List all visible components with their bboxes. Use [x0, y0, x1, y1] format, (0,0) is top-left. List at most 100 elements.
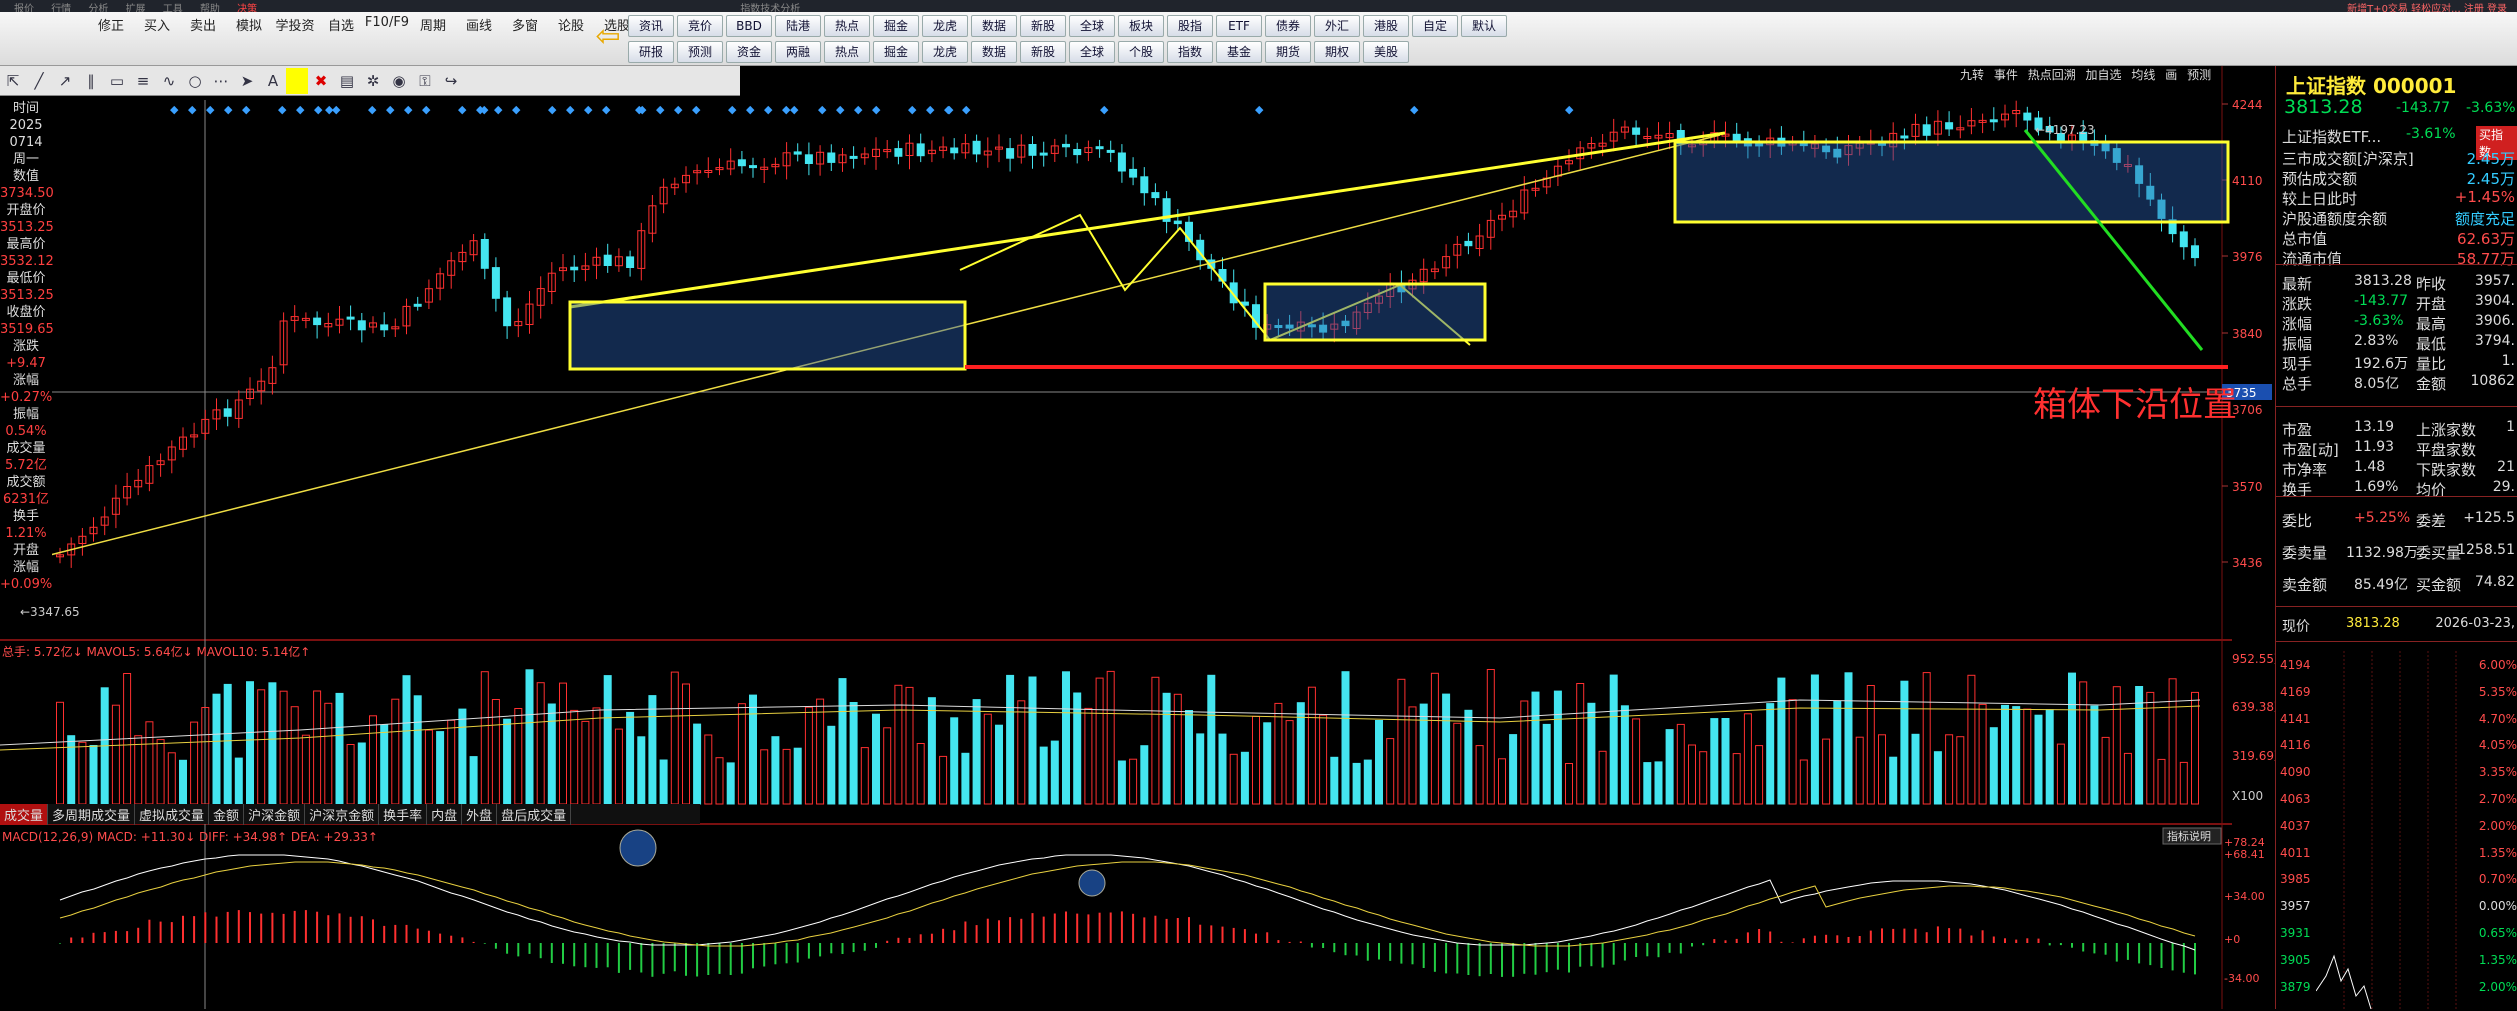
quick-button[interactable]: 指数: [1167, 41, 1213, 63]
quick-button[interactable]: 预测: [677, 41, 723, 63]
toolbar-button[interactable]: ■多窗: [502, 15, 548, 65]
quick-button[interactable]: 热点: [824, 15, 870, 37]
event-marker[interactable]: ◆: [170, 103, 179, 116]
event-marker[interactable]: ◆: [674, 103, 683, 116]
quick-button[interactable]: 外汇: [1314, 15, 1360, 37]
event-marker[interactable]: ◆: [944, 103, 953, 116]
event-marker[interactable]: ◆: [1100, 103, 1109, 116]
event-marker[interactable]: ◆: [242, 103, 251, 116]
quick-button[interactable]: 债券: [1265, 15, 1311, 37]
event-marker[interactable]: ◆: [1410, 103, 1419, 116]
event-marker[interactable]: ◆: [386, 103, 395, 116]
quick-button[interactable]: 全球: [1069, 15, 1115, 37]
menu-item[interactable]: 决策: [237, 4, 257, 12]
event-marker[interactable]: ◆: [728, 103, 737, 116]
toolbar-button[interactable]: ■修正: [88, 15, 134, 65]
event-marker[interactable]: ◆: [836, 103, 845, 116]
quick-button[interactable]: 资讯: [628, 15, 674, 37]
event-marker[interactable]: ◆: [224, 103, 233, 116]
toolbar-button[interactable]: ■F10/F9: [364, 15, 410, 65]
event-marker[interactable]: ◆: [206, 103, 215, 116]
quick-button[interactable]: 港股: [1363, 15, 1409, 37]
quick-button[interactable]: 数据: [971, 41, 1017, 63]
toolbar-button[interactable]: ■周期: [410, 15, 456, 65]
quick-button[interactable]: 数据: [971, 15, 1017, 37]
quick-button[interactable]: 期货: [1265, 41, 1311, 63]
event-marker[interactable]: ◆: [818, 103, 827, 116]
event-marker[interactable]: ◆: [368, 103, 377, 116]
quick-button[interactable]: 个股: [1118, 41, 1164, 63]
volume-tab[interactable]: 盘后成交量: [497, 804, 572, 825]
event-marker[interactable]: ◆: [872, 103, 881, 116]
quick-button[interactable]: 基金: [1216, 41, 1262, 63]
quick-button[interactable]: 陆港: [775, 15, 821, 37]
event-marker[interactable]: ◆: [278, 103, 287, 116]
quick-button[interactable]: 热点: [824, 41, 870, 63]
quick-button[interactable]: 龙虎: [922, 15, 968, 37]
event-marker[interactable]: ◆: [476, 103, 485, 116]
quick-button[interactable]: 新股: [1020, 41, 1066, 63]
kline-chart[interactable]: 42444110397638403706357034363735箱体下沿位置←3…: [0, 66, 2275, 1009]
event-marker[interactable]: ◆: [854, 103, 863, 116]
quick-button[interactable]: 股指: [1167, 15, 1213, 37]
volume-tab[interactable]: 内盘: [427, 804, 463, 825]
menu-item[interactable]: 工具: [163, 4, 183, 12]
volume-tab[interactable]: 沪深京金额: [305, 804, 380, 825]
quick-button[interactable]: ETF: [1216, 15, 1262, 37]
event-marker[interactable]: ◆: [494, 103, 503, 116]
quick-button[interactable]: 美股: [1363, 41, 1409, 63]
toolbar-button[interactable]: ■买入: [134, 15, 180, 65]
quick-button[interactable]: 默认: [1461, 15, 1507, 37]
event-marker[interactable]: ◆: [656, 103, 665, 116]
event-marker[interactable]: ◆: [782, 103, 791, 116]
quick-button[interactable]: BBD: [726, 15, 772, 37]
event-marker[interactable]: ◆: [332, 103, 341, 116]
login-links[interactable]: 新增T+0交易 轻松应对... 注册 登录: [2347, 0, 2507, 12]
volume-tab[interactable]: 多周期成交量: [48, 804, 136, 825]
toolbar-button[interactable]: ■画线: [456, 15, 502, 65]
toolbar-button[interactable]: ■学投资: [272, 15, 318, 65]
toolbar-button[interactable]: ■自选: [318, 15, 364, 65]
event-marker[interactable]: ◆: [1565, 103, 1574, 116]
toolbar-button[interactable]: ■模拟: [226, 15, 272, 65]
quick-button[interactable]: 两融: [775, 41, 821, 63]
volume-tab[interactable]: 外盘: [462, 804, 498, 825]
quick-button[interactable]: 板块: [1118, 15, 1164, 37]
minute-chart[interactable]: [2316, 651, 2476, 1011]
event-marker[interactable]: ◆: [638, 103, 647, 116]
volume-tab[interactable]: 换手率: [379, 804, 428, 825]
event-marker[interactable]: ◆: [458, 103, 467, 116]
event-marker[interactable]: ◆: [602, 103, 611, 116]
quick-button[interactable]: 新股: [1020, 15, 1066, 37]
event-marker[interactable]: ◆: [1255, 103, 1264, 116]
event-marker[interactable]: ◆: [404, 103, 413, 116]
event-marker[interactable]: ◆: [584, 103, 593, 116]
volume-tab[interactable]: 虚拟成交量: [135, 804, 210, 825]
quick-button[interactable]: 研报: [628, 41, 674, 63]
quick-button[interactable]: 龙虎: [922, 41, 968, 63]
event-marker[interactable]: ◆: [548, 103, 557, 116]
quick-button[interactable]: 期权: [1314, 41, 1360, 63]
back-arrow-icon[interactable]: ⇦: [585, 15, 631, 65]
quick-button[interactable]: 全球: [1069, 41, 1115, 63]
volume-tab[interactable]: 沪深金额: [244, 804, 306, 825]
event-marker[interactable]: ◆: [188, 103, 197, 116]
quick-button[interactable]: 竞价: [677, 15, 723, 37]
event-marker[interactable]: ◆: [908, 103, 917, 116]
event-marker[interactable]: ◆: [296, 103, 305, 116]
volume-tab[interactable]: 金额: [209, 804, 245, 825]
event-marker[interactable]: ◆: [314, 103, 323, 116]
volume-tab[interactable]: 成交量: [0, 804, 49, 825]
event-marker[interactable]: ◆: [566, 103, 575, 116]
menu-item[interactable]: 分析: [88, 4, 108, 12]
event-marker[interactable]: ◆: [926, 103, 935, 116]
menu-item[interactable]: 帮助: [200, 4, 220, 12]
quick-button[interactable]: 掘金: [873, 41, 919, 63]
menu-item[interactable]: 扩展: [126, 4, 146, 12]
event-marker[interactable]: ◆: [764, 103, 773, 116]
quick-button[interactable]: 掘金: [873, 15, 919, 37]
quick-button[interactable]: 自定: [1412, 15, 1458, 37]
event-marker[interactable]: ◆: [746, 103, 755, 116]
event-marker[interactable]: ◆: [512, 103, 521, 116]
toolbar-button[interactable]: ■卖出: [180, 15, 226, 65]
